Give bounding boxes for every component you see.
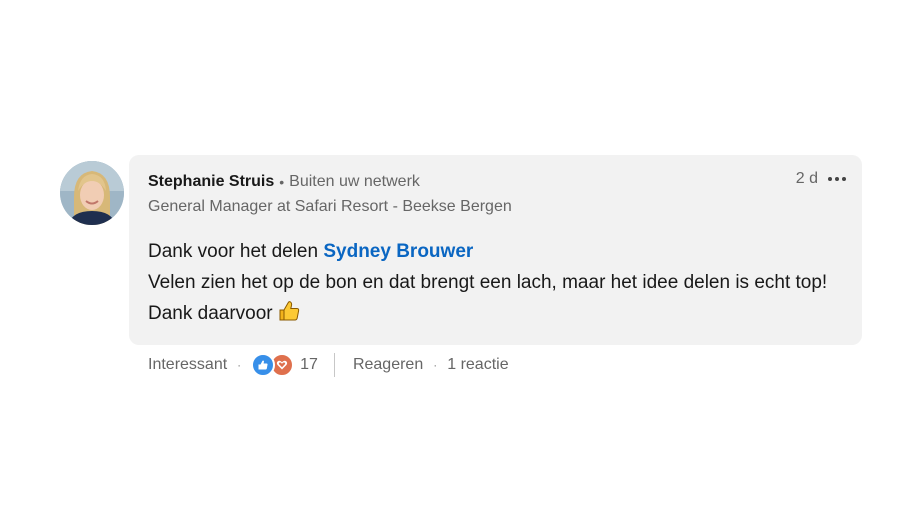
like-reaction-icon xyxy=(251,353,276,377)
comment-text: Dank voor het delen Sydney Brouwer Velen… xyxy=(148,236,848,333)
separator-dot: · xyxy=(237,358,242,372)
comment-body: Velen zien het op de bon en dat brengt e… xyxy=(148,272,828,324)
divider xyxy=(333,353,335,377)
reply-count[interactable]: 1 reactie xyxy=(447,356,508,374)
thumbs-up-icon xyxy=(277,299,301,333)
comment-intro: Dank voor het delen xyxy=(148,241,319,262)
reaction-count: 17 xyxy=(300,356,318,373)
avatar-photo xyxy=(60,161,124,225)
separator-dot: · xyxy=(433,358,438,372)
comment-meta: 2 d xyxy=(796,170,848,188)
comment-bubble: Stephanie Struis • Buiten uw netwerk Gen… xyxy=(129,155,862,345)
comment-actions: Interessant · 17 Reageren · 1 reactie xyxy=(148,352,509,378)
author-name[interactable]: Stephanie Struis xyxy=(148,172,274,192)
separator-dot: • xyxy=(279,174,285,190)
network-status: Buiten uw netwerk xyxy=(289,173,420,190)
author-avatar[interactable] xyxy=(60,161,124,225)
more-options-icon[interactable] xyxy=(826,173,848,185)
reaction-button[interactable]: Interessant xyxy=(148,356,227,374)
timestamp: 2 d xyxy=(795,170,818,187)
author-row: Stephanie Struis • Buiten uw netwerk xyxy=(148,172,420,192)
reaction-summary[interactable]: 17 xyxy=(251,353,318,377)
author-headline: General Manager at Safari Resort - Beeks… xyxy=(148,198,512,215)
mention-link[interactable]: Sydney Brouwer xyxy=(323,241,473,262)
reply-button[interactable]: Reageren xyxy=(353,356,423,374)
